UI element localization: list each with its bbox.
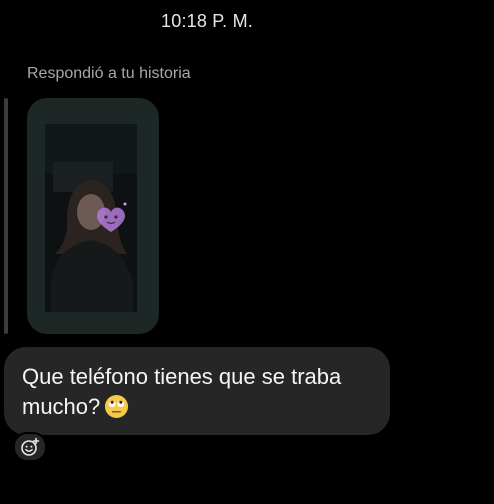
message-text-container: Que teléfono tienes que se traba mucho? — [22, 362, 382, 422]
story-photo-icon — [45, 124, 137, 312]
message-text: Que teléfono tienes que se traba mucho? — [22, 364, 342, 419]
add-reaction-icon — [21, 437, 40, 456]
story-preview-card[interactable] — [27, 98, 159, 334]
rolling-eyes-emoji-icon — [105, 394, 129, 419]
story-reply-label: Respondió a tu historia — [27, 65, 191, 82]
add-reaction-button[interactable] — [13, 432, 47, 462]
message-bubble[interactable]: Que teléfono tienes que se traba mucho? — [4, 347, 390, 435]
story-thumbnail — [45, 124, 137, 312]
message-timestamp: 10:18 P. M. — [161, 11, 253, 31]
reply-quote-bar — [4, 98, 8, 334]
chat-screen: 10:18 P. M. Respondió a tu historia Que … — [0, 0, 494, 504]
